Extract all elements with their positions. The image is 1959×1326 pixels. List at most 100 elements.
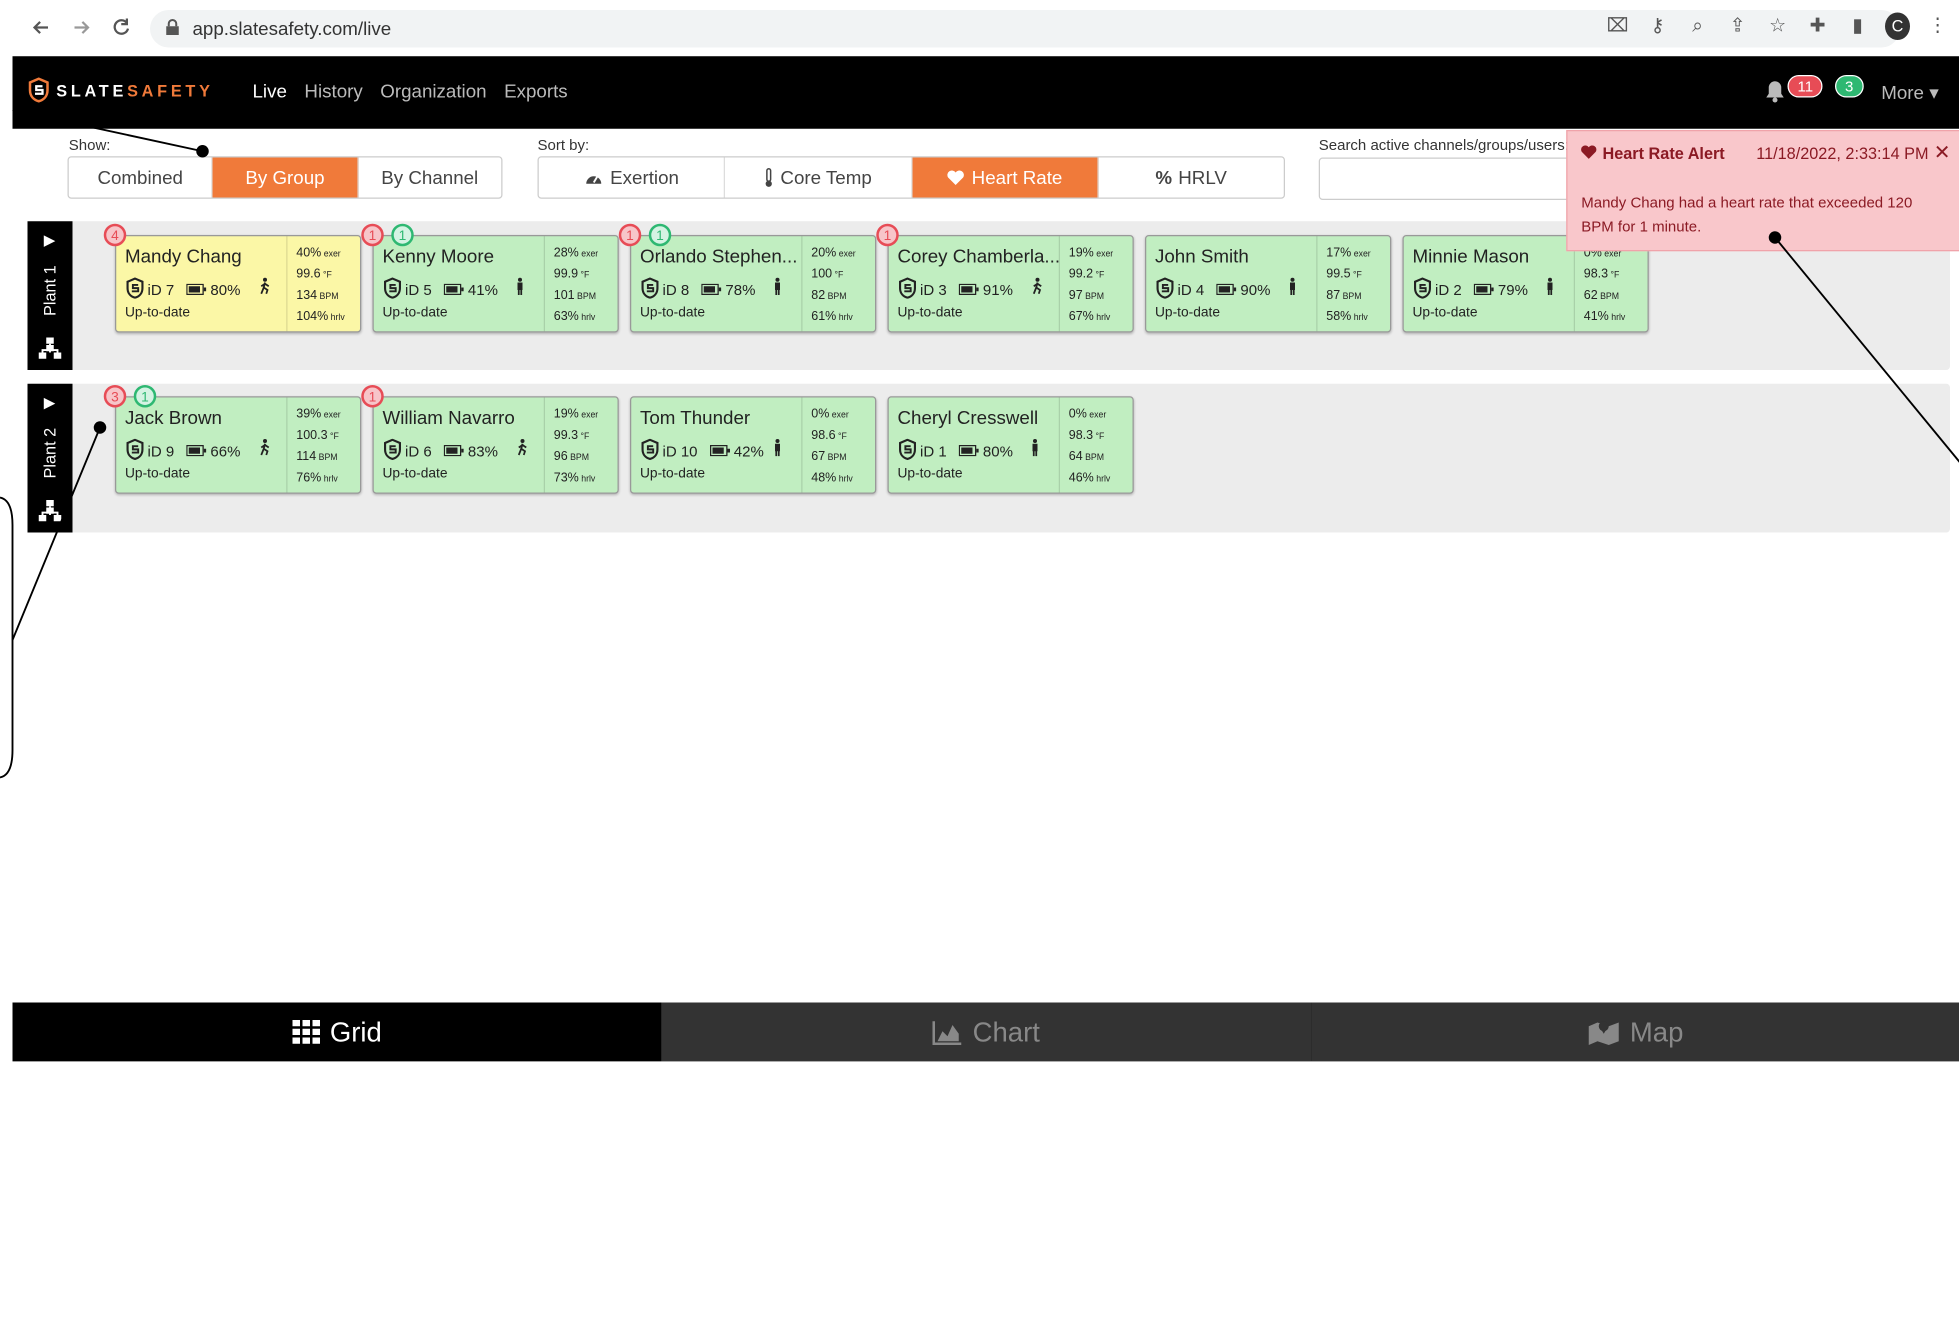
close-icon[interactable]: ✕	[1934, 140, 1951, 165]
grid-icon	[292, 1019, 320, 1044]
battery: 80%	[187, 281, 241, 299]
worker-card[interactable]: Kenny MooreiD 541%Up-to-date28% exer99.9…	[373, 235, 619, 333]
battery-level: 42%	[734, 443, 764, 461]
blocked-popup-icon[interactable]: ⌧	[1605, 13, 1630, 41]
worker-name: Corey Chamberla...	[898, 246, 1061, 267]
search-input[interactable]	[1319, 158, 1572, 201]
sort-heart-rate-button[interactable]: Heart Rate	[912, 158, 1099, 198]
red-alert-badge[interactable]: 1	[361, 385, 384, 408]
sort-exertion-button[interactable]: Exertion	[539, 158, 726, 198]
walking-icon	[1031, 278, 1044, 302]
device-info: iD 780%	[125, 278, 240, 303]
nav-live[interactable]: Live	[253, 81, 287, 102]
heart-rate-alert-popup[interactable]: Heart Rate Alert 11/18/2022, 2:33:14 PM …	[1566, 130, 1959, 251]
bookmark-star-icon[interactable]: ☆	[1765, 13, 1790, 41]
sort-label: Sort by:	[538, 136, 590, 154]
alert-message: Mandy Chang had a heart rate that exceed…	[1581, 191, 1946, 239]
red-alert-badge[interactable]: 4	[104, 224, 127, 247]
red-alert-count-badge[interactable]: 11	[1788, 75, 1824, 98]
sort-core-temp-button[interactable]: Core Temp	[725, 158, 912, 198]
exertion-value: 20% exer	[811, 246, 855, 260]
worker-card[interactable]: Jack BrowniD 966%Up-to-date39% exer100.3…	[115, 396, 361, 494]
expand-arrow-icon[interactable]: ▶	[44, 231, 56, 249]
sync-status: Up-to-date	[898, 305, 963, 320]
key-icon[interactable]: ⚷	[1645, 13, 1670, 41]
exertion-value: 28% exer	[554, 246, 598, 260]
worker-card[interactable]: Corey Chamberla...iD 391%Up-to-date19% e…	[888, 235, 1134, 333]
red-alert-badge[interactable]: 1	[876, 224, 899, 247]
nav-organization[interactable]: Organization	[380, 81, 486, 102]
red-alert-badge[interactable]: 1	[619, 224, 642, 247]
green-alert-badge[interactable]: 1	[134, 385, 157, 408]
nav-exports[interactable]: Exports	[504, 81, 568, 102]
hierarchy-icon[interactable]	[38, 499, 63, 524]
exertion-value: 0% exer	[811, 408, 849, 422]
core-temp-value: 99.5 °F	[1326, 268, 1362, 282]
plant-1-sidebar: ▶ Plant 1	[28, 221, 73, 370]
alert-title: Heart Rate Alert	[1603, 144, 1725, 163]
tab-map[interactable]: Map	[1311, 1003, 1959, 1062]
battery: 79%	[1474, 281, 1528, 299]
battery-level: 83%	[468, 443, 498, 461]
worker-card[interactable]: John SmithiD 490%Up-to-date17% exer99.5 …	[1145, 235, 1391, 333]
sort-hrlv-button[interactable]: % HRLV	[1098, 158, 1283, 198]
core-temp-value: 99.2 °F	[1069, 268, 1105, 282]
worker-card[interactable]: William NavarroiD 683%Up-to-date19% exer…	[373, 396, 619, 494]
sync-status: Up-to-date	[1155, 305, 1220, 320]
heart-icon	[947, 169, 966, 185]
standing-icon	[1031, 439, 1039, 463]
green-alert-badge[interactable]: 1	[649, 224, 672, 247]
zoom-icon[interactable]: ⌕	[1685, 13, 1710, 41]
more-menu[interactable]: More ▾	[1881, 81, 1938, 104]
worker-card[interactable]: Mandy ChangiD 780%Up-to-date40% exer99.6…	[115, 235, 361, 333]
show-combined-button[interactable]: Combined	[69, 158, 213, 198]
battery-icon	[444, 443, 464, 461]
worker-card[interactable]: Orlando Stephen...iD 878%Up-to-date20% e…	[630, 235, 876, 333]
tab-chart[interactable]: Chart	[662, 1003, 1311, 1062]
tab-grid[interactable]: Grid	[13, 1003, 662, 1062]
worker-card[interactable]: Cheryl CresswelliD 180%Up-to-date0% exer…	[888, 396, 1134, 494]
reload-icon[interactable]	[105, 11, 138, 44]
slatesafety-logo[interactable]: SLATESAFETY	[28, 78, 214, 103]
extensions-icon[interactable]: ✚	[1805, 13, 1830, 41]
heart-rate-value: 114 BPM	[296, 450, 337, 464]
red-alert-badge[interactable]: 1	[361, 224, 384, 247]
device-info: iD 878%	[640, 278, 755, 303]
sync-status: Up-to-date	[383, 305, 448, 320]
hrlv-value: 63% hrlv	[554, 310, 596, 324]
walking-icon	[259, 439, 272, 463]
heart-rate-value: 82 BPM	[811, 289, 846, 303]
side-panel-icon[interactable]: ▮	[1845, 13, 1870, 41]
heart-rate-value: 97 BPM	[1069, 289, 1104, 303]
expand-arrow-icon[interactable]: ▶	[44, 394, 56, 412]
battery: 90%	[1217, 281, 1271, 299]
metrics-column: 0% exer98.6 °F67 BPM48% hrlv	[801, 398, 875, 493]
hrlv-value: 61% hrlv	[811, 310, 853, 324]
kebab-menu-icon[interactable]: ⋮	[1925, 13, 1950, 41]
metrics-column: 40% exer99.6 °F134 BPM104% hrlv	[286, 236, 360, 331]
sync-status: Up-to-date	[1413, 305, 1478, 320]
bell-icon[interactable]	[1763, 79, 1788, 104]
nav-history[interactable]: History	[304, 81, 362, 102]
search-label: Search active channels/groups/users:	[1319, 136, 1569, 154]
heart-rate-value: 134 BPM	[296, 289, 338, 303]
profile-avatar[interactable]: C	[1885, 13, 1910, 41]
worker-name: Orlando Stephen...	[640, 246, 797, 267]
show-by-group-button[interactable]: By Group	[213, 158, 358, 198]
back-arrow-icon[interactable]	[25, 11, 58, 44]
forward-arrow-icon[interactable]	[65, 11, 98, 44]
worker-name: William Navarro	[383, 408, 515, 429]
bottom-tab-bar: Grid Chart Map	[13, 1003, 1959, 1062]
worker-name: Tom Thunder	[640, 408, 750, 429]
green-alert-count-badge[interactable]: 3	[1835, 75, 1863, 98]
show-by-channel-button[interactable]: By Channel	[358, 158, 501, 198]
worker-card[interactable]: Tom ThunderiD 1042%Up-to-date0% exer98.6…	[630, 396, 876, 494]
battery-level: 79%	[1498, 281, 1528, 299]
battery-icon	[959, 443, 979, 461]
lock-icon	[165, 19, 180, 43]
green-alert-badge[interactable]: 1	[391, 224, 414, 247]
hierarchy-icon[interactable]	[38, 336, 63, 361]
share-icon[interactable]: ⇪	[1725, 13, 1750, 41]
red-alert-badge[interactable]: 3	[104, 385, 127, 408]
hrlv-value: 73% hrlv	[554, 471, 596, 485]
